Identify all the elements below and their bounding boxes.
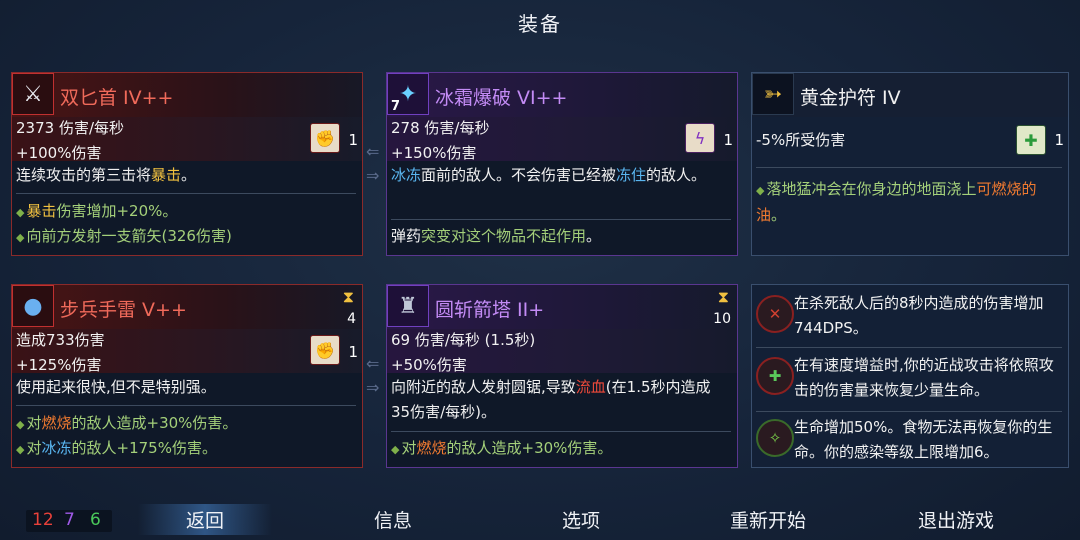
item-description: 冰冻面前的敌人。不会伤害已经被冻住的敌人。 <box>391 166 707 184</box>
quit-game-button[interactable]: 退出游戏 <box>918 506 994 533</box>
kill-rhythm-icon: ✕ <box>756 295 794 333</box>
hourglass-icon: ⧗ <box>342 287 354 306</box>
amulet-affix: ◆ 落地猛冲会在你身边的地面浇上可燃烧的油。 <box>756 180 1037 224</box>
level-badge: 7 <box>391 99 401 114</box>
cooldown-value: 10 <box>713 311 731 327</box>
divider <box>391 219 731 220</box>
tactics-count: 7 <box>64 510 75 530</box>
divider <box>391 431 731 432</box>
dps-text: 2373 伤害/每秒 <box>16 119 124 137</box>
brutality-count: 12 <box>32 510 54 530</box>
turret-icon: ♜ <box>387 285 429 327</box>
weapon-card-twin-daggers[interactable]: ⚔ 双匕首 IV++ 2373 伤害/每秒 +100%伤害 ✊ 1 连续攻击的第… <box>11 72 363 256</box>
scroll-count: 1 <box>348 343 358 361</box>
cooldown-value: 4 <box>347 311 356 327</box>
mutations-card: ✕ 在杀死敌人后的8秒内造成的伤害增加744DPS。 ✚ 在有速度增益时,你的近… <box>751 284 1069 468</box>
affix-frozen: ◆ 对冰冻的敌人+175%伤害。 <box>16 439 217 457</box>
scroll-counters: 12 7 6 <box>26 510 112 532</box>
mutation-text: 生命增加50%。食物无法再恢复你的生命。你的感染等级上限增加6。 <box>794 418 1053 461</box>
weapon-card-ice-blast[interactable]: ✦ 7 冰霜爆破 VI++ 278 伤害/每秒 +150%伤害 ϟ 1 冰冻面前… <box>386 72 738 256</box>
item-description: 使用起来很快,但不是特别强。 <box>16 378 216 396</box>
damage-text: 造成733伤害 <box>16 331 105 349</box>
mutation-row[interactable]: ✧ 生命增加50%。食物无法再恢复你的生命。你的感染等级上限增加6。 <box>756 415 1064 469</box>
divider <box>756 347 1062 348</box>
back-button[interactable]: 返回 <box>138 504 273 535</box>
scroll-count: 1 <box>348 131 358 149</box>
stat-text: -5%所受伤害 <box>756 131 846 149</box>
item-name: 步兵手雷 V++ <box>60 299 187 321</box>
swap-left-arrow-icon: ⇐ <box>366 142 380 161</box>
item-name: 黄金护符 IV <box>800 87 901 109</box>
mutation-text: 在杀死敌人后的8秒内造成的伤害增加744DPS。 <box>794 294 1044 337</box>
swap-left-arrow-icon: ⇐ <box>366 354 380 373</box>
bonus-text: +100%伤害 <box>16 144 102 162</box>
item-description: 连续攻击的第三击将暴击。 <box>16 166 197 184</box>
item-name: 圆斩箭塔 II+ <box>435 299 545 321</box>
item-name: 双匕首 IV++ <box>60 87 174 109</box>
golden-amulet-icon: ➳ <box>752 73 794 115</box>
item-description: 向附近的敌人发射圆锯,导致流血(在1.5秒内造成35伤害/每秒)。 <box>391 378 711 421</box>
dps-text: 278 伤害/每秒 <box>391 119 490 137</box>
bottom-bar: 12 7 6 返回 信息 选项 重新开始 退出游戏 <box>0 500 1080 540</box>
scroll-icon: ϟ <box>685 123 715 153</box>
divider <box>756 411 1062 412</box>
scroll-icon: ✊ <box>310 123 340 153</box>
survival-count: 6 <box>90 510 101 530</box>
affix-arrow: ◆ 向前方发射一支箭矢(326伤害) <box>16 227 232 245</box>
divider <box>756 167 1062 168</box>
hourglass-icon: ⧗ <box>717 287 729 306</box>
scroll-count: 1 <box>723 131 733 149</box>
divider <box>16 193 356 194</box>
bonus-text: +50%伤害 <box>391 356 467 374</box>
swap-right-arrow-icon: ⇒ <box>366 166 380 185</box>
skill-card-turret[interactable]: ♜ 圆斩箭塔 II+ ⧗ 10 69 伤害/每秒 (1.5秒) +50%伤害 向… <box>386 284 738 468</box>
restart-button[interactable]: 重新开始 <box>730 506 806 533</box>
grenade-icon: ● <box>12 285 54 327</box>
ammo-note: 弹药突变对这个物品不起作用。 <box>391 227 602 245</box>
mutation-text: 在有速度增益时,你的近战攻击将依照攻击的伤害量来恢复少量生命。 <box>794 356 1054 399</box>
mutation-row[interactable]: ✕ 在杀死敌人后的8秒内造成的伤害增加744DPS。 <box>756 291 1064 345</box>
speed-heal-icon: ✚ <box>756 357 794 395</box>
scroll-count: 1 <box>1054 131 1064 149</box>
scroll-icon: ✚ <box>1016 125 1046 155</box>
bonus-text: +150%伤害 <box>391 144 477 162</box>
amulet-card[interactable]: ➳ 黄金护符 IV -5%所受伤害 ✚ 1 ◆ 落地猛冲会在你身边的地面浇上可燃烧… <box>751 72 1069 256</box>
dps-text: 69 伤害/每秒 (1.5秒) <box>391 331 536 349</box>
item-name: 冰霜爆破 VI++ <box>435 87 568 109</box>
twin-daggers-icon: ⚔ <box>12 73 54 115</box>
affix-burning: ◆ 对燃烧的敌人造成+30%伤害。 <box>16 414 238 432</box>
scroll-icon: ✊ <box>310 335 340 365</box>
page-title: 装备 <box>518 12 562 36</box>
skill-card-grenade[interactable]: ● 步兵手雷 V++ ⧗ 4 造成733伤害 +125%伤害 ✊ 1 使用起来很… <box>11 284 363 468</box>
swap-right-arrow-icon: ⇒ <box>366 378 380 397</box>
bonus-text: +125%伤害 <box>16 356 102 374</box>
affix-burning: ◆ 对燃烧的敌人造成+30%伤害。 <box>391 439 613 457</box>
options-button[interactable]: 选项 <box>562 506 600 533</box>
info-button[interactable]: 信息 <box>374 506 412 533</box>
necromancy-icon: ✧ <box>756 419 794 457</box>
divider <box>16 405 356 406</box>
affix-crit: ◆ 暴击伤害增加+20%。 <box>16 202 178 220</box>
mutation-row[interactable]: ✚ 在有速度增益时,你的近战攻击将依照攻击的伤害量来恢复少量生命。 <box>756 353 1064 407</box>
